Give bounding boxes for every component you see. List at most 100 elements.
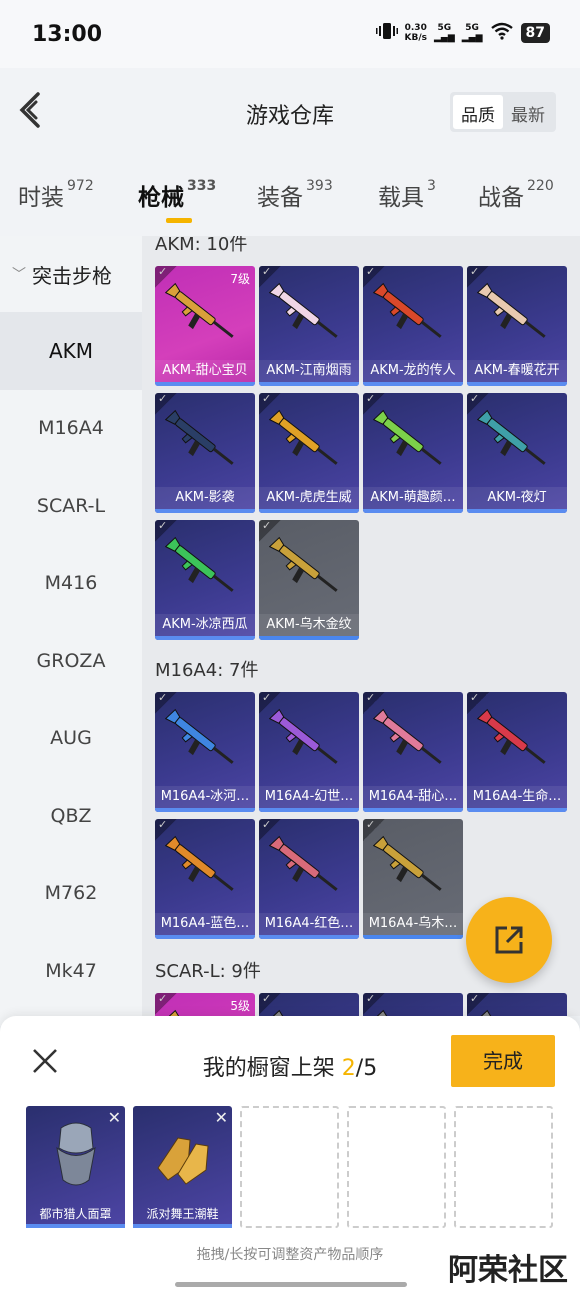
wifi-icon	[490, 22, 514, 43]
sort-newest-button[interactable]: 最新	[503, 95, 553, 129]
battery-indicator: 87	[520, 22, 550, 43]
app-header: 游戏仓库 品质 最新	[0, 68, 580, 160]
skin-card[interactable]: M16A4-幻世…	[259, 692, 359, 812]
sidebar-item-aug[interactable]: AUG	[0, 700, 142, 778]
gun-icon	[476, 409, 557, 479]
skin-card[interactable]: M16A4-红色…	[259, 819, 359, 939]
gun-icon	[268, 835, 349, 905]
showcase-slot[interactable]: ✕ 派对舞王潮鞋	[133, 1106, 232, 1228]
rarity-bar	[259, 382, 359, 386]
sidebar-category[interactable]: ﹀ 突击步枪	[0, 236, 142, 312]
skin-name: M16A4-乌木…	[363, 913, 463, 935]
skin-name: AKM-萌趣颜…	[363, 487, 463, 509]
rarity-bar	[467, 808, 567, 812]
tab-supplies[interactable]: 战备 220	[478, 178, 554, 212]
gun-icon	[372, 409, 453, 479]
skin-name: AKM-夜灯	[467, 487, 567, 509]
gun-icon	[268, 282, 349, 352]
share-icon	[495, 926, 523, 954]
gun-icon	[268, 536, 349, 606]
skin-card[interactable]: AKM-冰凉西瓜	[155, 520, 255, 640]
gun-icon	[372, 282, 453, 352]
sidebar-item-m16a4[interactable]: M16A4	[0, 390, 142, 468]
skin-card[interactable]: AKM-春暖花开	[467, 266, 567, 386]
gun-icon	[164, 708, 245, 778]
skin-name: M16A4-甜心…	[363, 786, 463, 808]
gun-icon	[164, 835, 245, 905]
skin-card[interactable]: M16A4-冰河…	[155, 692, 255, 812]
skin-name: AKM-春暖花开	[467, 360, 567, 382]
skin-name: AKM-乌木金纹	[259, 614, 359, 636]
rarity-bar	[155, 509, 255, 513]
rarity-bar	[155, 636, 255, 640]
slot-name: 都市猎人面罩	[39, 1207, 112, 1221]
signal-5g-2: 5G ▂▄▆	[461, 22, 483, 43]
network-speed: 0.30 KB/s	[404, 22, 427, 43]
rarity-bar	[155, 935, 255, 939]
rarity-bar	[155, 382, 255, 386]
skin-card[interactable]: AKM-虎虎生威	[259, 393, 359, 513]
rarity-bar	[259, 636, 359, 640]
gun-icon	[268, 1009, 349, 1016]
skin-card[interactable]	[467, 993, 567, 1016]
category-tabs: 时装 972 枪械 333 装备 393 载具 3 战备 220	[0, 160, 580, 236]
skin-card[interactable]: AKM-萌趣颜…	[363, 393, 463, 513]
skin-card[interactable]	[363, 993, 463, 1016]
skin-name: AKM-虎虎生威	[259, 487, 359, 509]
gun-icon	[164, 1009, 245, 1016]
sidebar-item-groza[interactable]: GROZA	[0, 622, 142, 700]
rarity-bar	[259, 808, 359, 812]
sidebar-item-scar-l[interactable]: SCAR-L	[0, 467, 142, 545]
section-title-scar-l: SCAR-L: 9件	[155, 961, 261, 982]
tab-equipment[interactable]: 装备 393	[257, 178, 333, 212]
skin-card[interactable]	[259, 993, 359, 1016]
skin-card[interactable]: M16A4-蓝色…	[155, 819, 255, 939]
mask-icon	[41, 1118, 111, 1193]
gun-icon	[164, 282, 245, 352]
gun-icon	[372, 835, 453, 905]
empty-slot[interactable]	[347, 1106, 446, 1228]
gun-icon	[476, 1009, 557, 1016]
tab-fashion[interactable]: 时装 972	[18, 178, 94, 212]
skin-card[interactable]: 7级AKM-甜心宝贝	[155, 266, 255, 386]
skin-name: M16A4-生命…	[467, 786, 567, 808]
skin-card[interactable]: AKM-乌木金纹	[259, 520, 359, 640]
sidebar-item-m416[interactable]: M416	[0, 545, 142, 623]
skin-card[interactable]: AKM-龙的传人	[363, 266, 463, 386]
empty-slot[interactable]	[240, 1106, 339, 1228]
sidebar-item-akm[interactable]: AKM	[0, 312, 142, 390]
tab-vehicles[interactable]: 载具 3	[378, 178, 436, 212]
skin-card[interactable]: M16A4-甜心…	[363, 692, 463, 812]
skin-card[interactable]: M16A4-乌木…	[363, 819, 463, 939]
shoes-icon	[148, 1118, 218, 1193]
skin-name: AKM-影袭	[155, 487, 255, 509]
rarity-bar	[133, 1224, 232, 1228]
rarity-bar	[259, 509, 359, 513]
empty-slot[interactable]	[454, 1106, 553, 1228]
done-button[interactable]: 完成	[451, 1035, 555, 1087]
slot-name: 派对舞王潮鞋	[146, 1207, 219, 1221]
rarity-bar	[26, 1224, 125, 1228]
skin-name: M16A4-冰河…	[155, 786, 255, 808]
skin-name: AKM-江南烟雨	[259, 360, 359, 382]
sidebar-item-mk47[interactable]: Mk47	[0, 932, 142, 1010]
tab-guns[interactable]: 枪械 333	[138, 178, 216, 223]
share-button[interactable]	[466, 897, 552, 983]
rarity-bar	[363, 382, 463, 386]
rarity-bar	[363, 808, 463, 812]
gun-icon	[476, 708, 557, 778]
sidebar-item-m762[interactable]: M762	[0, 855, 142, 933]
skin-card[interactable]: AKM-江南烟雨	[259, 266, 359, 386]
home-indicator[interactable]	[175, 1282, 407, 1287]
section-title-akm: AKM: 10件	[155, 236, 248, 255]
skin-name: M16A4-蓝色…	[155, 913, 255, 935]
skin-card[interactable]: M16A4-生命…	[467, 692, 567, 812]
sort-quality-button[interactable]: 品质	[453, 95, 503, 129]
skin-card[interactable]: 5级	[155, 993, 255, 1016]
skin-name: M16A4-幻世…	[259, 786, 359, 808]
status-bar: 13:00 0.30 KB/s 5G ▂▄▆ 5G ▂▄▆ 87	[0, 0, 580, 68]
skin-card[interactable]: AKM-夜灯	[467, 393, 567, 513]
showcase-slot[interactable]: ✕ 都市猎人面罩	[26, 1106, 125, 1228]
skin-card[interactable]: AKM-影袭	[155, 393, 255, 513]
sidebar-item-qbz[interactable]: QBZ	[0, 777, 142, 855]
